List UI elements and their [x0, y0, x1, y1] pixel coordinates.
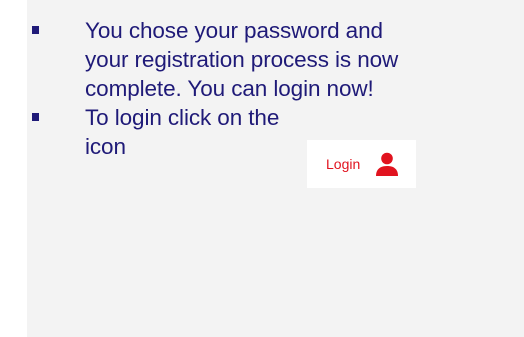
instruction-line: your registration process is now	[85, 47, 399, 72]
bullet-square-icon	[32, 113, 39, 121]
instruction-bullet-registration-complete: You chose your password and your registr…	[27, 16, 524, 103]
instruction-line: complete. You can login now!	[85, 76, 374, 101]
user-icon	[376, 152, 399, 176]
instruction-bullet-login-hint: To login click on the icon	[27, 103, 524, 161]
login-button[interactable]: Login	[307, 140, 416, 188]
instruction-list: You chose your password and your registr…	[27, 16, 524, 161]
instruction-line: To login click on the	[85, 105, 280, 130]
bullet-square-icon	[32, 26, 39, 34]
login-label: Login	[326, 156, 361, 172]
slide-panel: You chose your password and your registr…	[27, 0, 524, 337]
instruction-line: You chose your password and	[85, 18, 383, 43]
instruction-line: icon	[85, 134, 126, 159]
